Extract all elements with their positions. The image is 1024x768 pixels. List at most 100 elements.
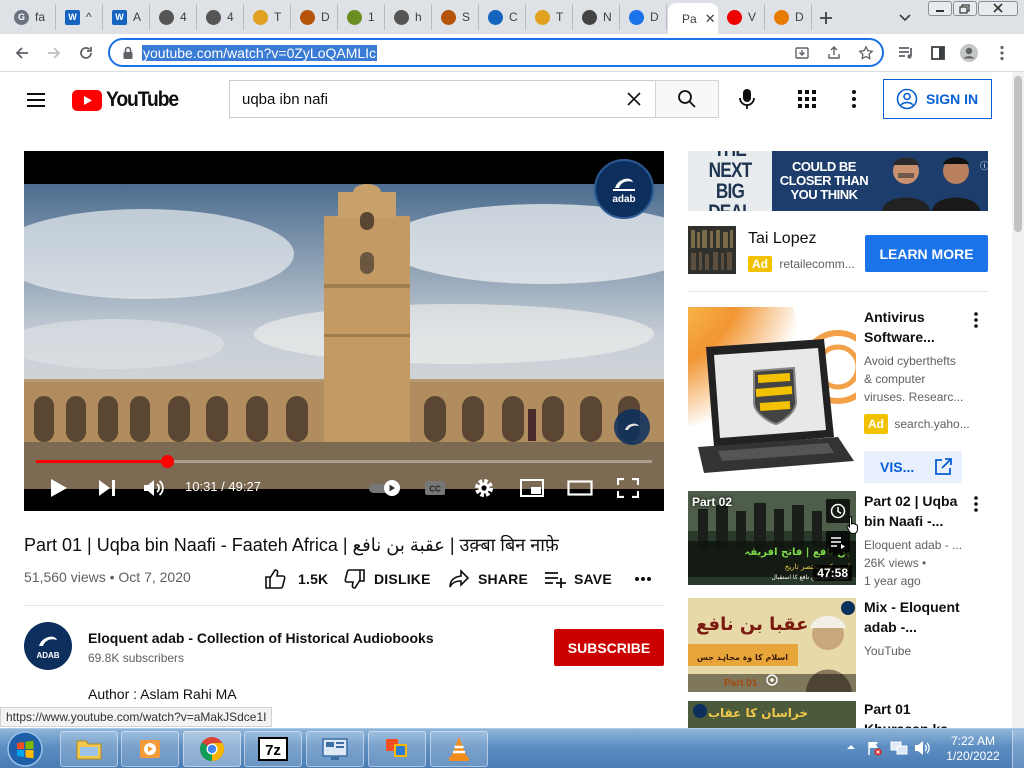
mute-button[interactable] xyxy=(141,475,167,501)
install-icon[interactable] xyxy=(794,45,810,61)
play-button[interactable] xyxy=(46,475,72,501)
profile-button[interactable] xyxy=(957,41,981,65)
tray-volume-icon[interactable] xyxy=(914,740,932,756)
reload-button[interactable] xyxy=(74,41,98,65)
new-tab-button[interactable] xyxy=(815,7,837,29)
browser-tab[interactable]: T xyxy=(245,4,291,30)
taskbar-media-player[interactable] xyxy=(121,731,179,767)
browser-tab[interactable]: V xyxy=(719,4,765,30)
show-hidden-icons-button[interactable] xyxy=(846,742,858,754)
taskbar-office[interactable] xyxy=(368,731,426,767)
show-desktop-button[interactable] xyxy=(1012,730,1024,768)
browser-tab[interactable]: T xyxy=(527,4,573,30)
related-menu-button[interactable] xyxy=(966,492,986,516)
tray-flag-icon[interactable] xyxy=(866,740,882,756)
related-title-antivirus[interactable]: Antivirus Software... xyxy=(864,307,964,347)
ad-banner[interactable]: THE NEXT BIG DEAL COULD BE CLOSER THAN Y… xyxy=(688,151,988,211)
related-thumbnail-antivirus[interactable] xyxy=(688,307,856,475)
visit-site-button[interactable]: VIS... xyxy=(864,451,962,483)
browser-tab[interactable]: 4 xyxy=(198,4,244,30)
clear-search-button[interactable] xyxy=(626,91,644,109)
advertiser-name[interactable]: Tai Lopez xyxy=(748,230,817,248)
browser-tab[interactable]: D xyxy=(766,4,812,30)
settings-button[interactable] xyxy=(471,475,497,501)
start-button[interactable] xyxy=(4,730,46,768)
browser-tab[interactable]: D xyxy=(621,4,667,30)
taskbar-vlc[interactable] xyxy=(430,731,488,767)
related-thumbnail-part-02[interactable]: بن نافع | فاتح افریقہ لیبوں کی مختصر تار… xyxy=(688,491,856,585)
like-button[interactable]: 1.5K xyxy=(264,566,328,592)
window-maximize-button[interactable] xyxy=(953,1,977,16)
taskbar-explorer[interactable] xyxy=(60,731,118,767)
browser-tab[interactable]: S xyxy=(433,4,479,30)
related-channel[interactable]: Eloquent adab - ... xyxy=(864,536,962,554)
forward-button[interactable] xyxy=(42,41,66,65)
subscribe-button[interactable]: SUBSCRIBE xyxy=(554,629,664,666)
save-button[interactable]: SAVE xyxy=(544,566,612,592)
voice-search-button[interactable] xyxy=(736,87,758,111)
next-button[interactable] xyxy=(94,475,120,501)
window-close-button[interactable] xyxy=(978,1,1018,16)
tab-search-button[interactable] xyxy=(895,8,915,28)
page-scrollbar[interactable] xyxy=(1012,72,1024,728)
progress-bar[interactable] xyxy=(36,455,652,468)
apps-button[interactable] xyxy=(798,90,816,108)
browser-menu-button[interactable] xyxy=(990,41,1014,65)
ad-card[interactable]: Tai Lopez Ad retailecomm... LEARN MORE xyxy=(688,226,988,280)
learn-more-button[interactable]: LEARN MORE xyxy=(865,235,988,272)
share-button[interactable]: SHARE xyxy=(448,566,528,592)
browser-tab[interactable]: N xyxy=(574,4,620,30)
search-input[interactable]: uqba ibn nafi xyxy=(229,80,655,118)
tab-close-icon[interactable]: ✕ xyxy=(705,11,716,27)
video-player[interactable]: adab 10:31 / 49:27 CC xyxy=(24,151,664,511)
browser-tab[interactable]: W ^ xyxy=(57,4,103,30)
window-minimize-button[interactable] xyxy=(928,1,952,16)
youtube-logo[interactable]: YouTube xyxy=(72,88,184,112)
browser-tab[interactable]: WA xyxy=(104,4,150,30)
more-actions-button[interactable] xyxy=(634,566,654,592)
subtitles-button[interactable]: CC xyxy=(422,475,448,501)
fullscreen-button[interactable] xyxy=(615,475,641,501)
browser-tab[interactable]: D xyxy=(292,4,338,30)
related-title-khurasan[interactable]: Part 01 Khurasan ka... xyxy=(864,699,964,728)
taskbar-chrome[interactable] xyxy=(183,731,241,767)
channel-name[interactable]: Eloquent adab - Collection of Historical… xyxy=(88,630,434,646)
related-thumbnail-mix[interactable]: عقبا بن نافع اسلام کا وہ مجاہد جس Part 0… xyxy=(688,598,856,692)
sign-in-button[interactable]: SIGN IN xyxy=(883,79,992,119)
channel-watermark[interactable]: adab xyxy=(594,159,654,219)
browser-tab[interactable]: h xyxy=(386,4,432,30)
browser-tab[interactable]: C xyxy=(480,4,526,30)
scrollbar-thumb[interactable] xyxy=(1014,76,1022,232)
search-query[interactable]: uqba ibn nafi xyxy=(242,91,328,108)
theater-mode-button[interactable] xyxy=(567,475,593,501)
progress-scrubber[interactable] xyxy=(161,455,174,468)
branding-watermark[interactable] xyxy=(614,409,650,445)
dislike-button[interactable]: DISLIKE xyxy=(344,566,431,592)
back-button[interactable] xyxy=(10,41,34,65)
browser-tab[interactable]: Pa ✕ xyxy=(668,3,718,34)
menu-button[interactable] xyxy=(26,90,46,110)
taskbar-control-panel[interactable] xyxy=(306,731,364,767)
related-thumbnail-khurasan[interactable]: خراسان کا عقاب xyxy=(688,701,856,728)
miniplayer-button[interactable] xyxy=(519,475,545,501)
share-icon[interactable] xyxy=(826,45,842,61)
related-title-mix[interactable]: Mix - Eloquent adab -... xyxy=(864,597,964,637)
related-channel[interactable]: YouTube xyxy=(864,642,911,660)
address-bar[interactable]: youtube.com/watch?v=0ZyLoQAMLIc xyxy=(108,38,884,67)
search-button[interactable] xyxy=(655,80,719,118)
taskbar-clock[interactable]: 7:22 AM 1/20/2022 xyxy=(940,734,1006,764)
channel-avatar[interactable]: ADAB xyxy=(24,622,72,670)
browser-tab[interactable]: 1 xyxy=(339,4,385,30)
star-icon[interactable] xyxy=(858,45,874,61)
tray-network-icon[interactable] xyxy=(890,740,908,756)
related-menu-button[interactable] xyxy=(966,308,986,332)
autoplay-toggle[interactable] xyxy=(368,475,402,501)
media-control-button[interactable] xyxy=(894,41,918,65)
browser-tab[interactable]: 4 xyxy=(151,4,197,30)
url-text[interactable]: youtube.com/watch?v=0ZyLoQAMLIc xyxy=(142,45,378,61)
browser-tab[interactable]: Gfa xyxy=(6,4,56,30)
taskbar-7zip[interactable]: 7z xyxy=(244,731,302,767)
settings-menu-button[interactable] xyxy=(848,89,860,109)
side-panel-button[interactable] xyxy=(926,41,950,65)
related-title-part-02[interactable]: Part 02 | Uqba bin Naafi -... xyxy=(864,491,964,531)
